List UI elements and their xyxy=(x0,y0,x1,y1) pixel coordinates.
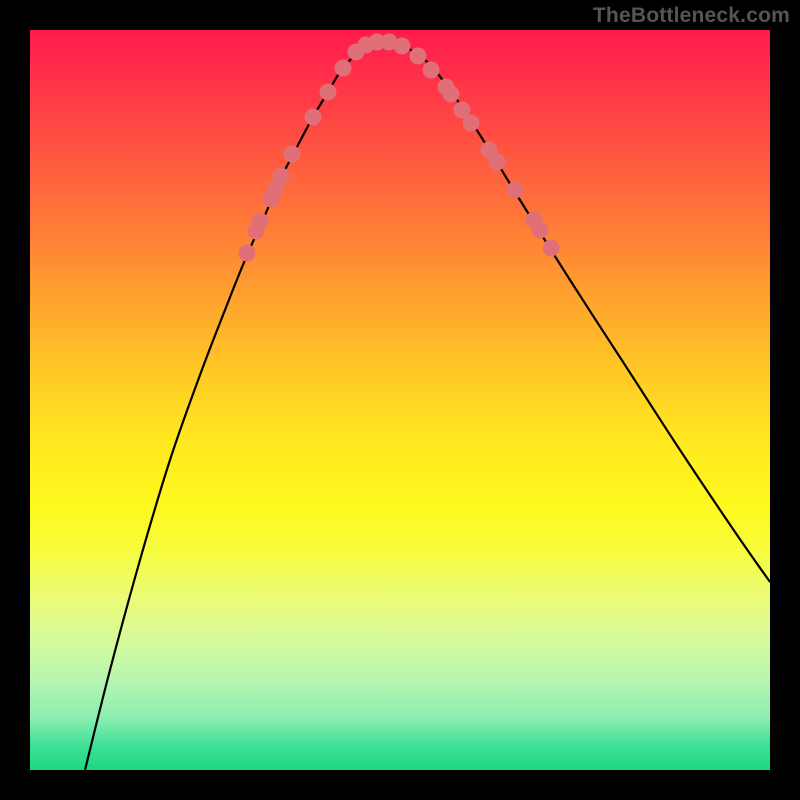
data-point xyxy=(320,84,337,101)
watermark-text: TheBottleneck.com xyxy=(593,4,790,28)
data-point xyxy=(543,240,560,257)
data-point-markers xyxy=(239,34,560,262)
data-point xyxy=(284,146,301,163)
data-point xyxy=(252,213,269,230)
data-point xyxy=(489,154,506,171)
plot-area xyxy=(30,30,770,770)
outer-frame: TheBottleneck.com xyxy=(0,0,800,800)
data-point xyxy=(305,109,322,126)
data-point xyxy=(463,115,480,132)
data-point xyxy=(507,182,524,199)
data-point xyxy=(273,168,290,185)
data-point xyxy=(335,60,352,77)
data-point xyxy=(423,62,440,79)
data-point xyxy=(410,48,427,65)
v-curve-path xyxy=(85,42,770,770)
data-point xyxy=(532,222,549,239)
data-point xyxy=(239,245,256,262)
data-point xyxy=(394,38,411,55)
chart-svg xyxy=(30,30,770,770)
data-point xyxy=(443,86,460,103)
